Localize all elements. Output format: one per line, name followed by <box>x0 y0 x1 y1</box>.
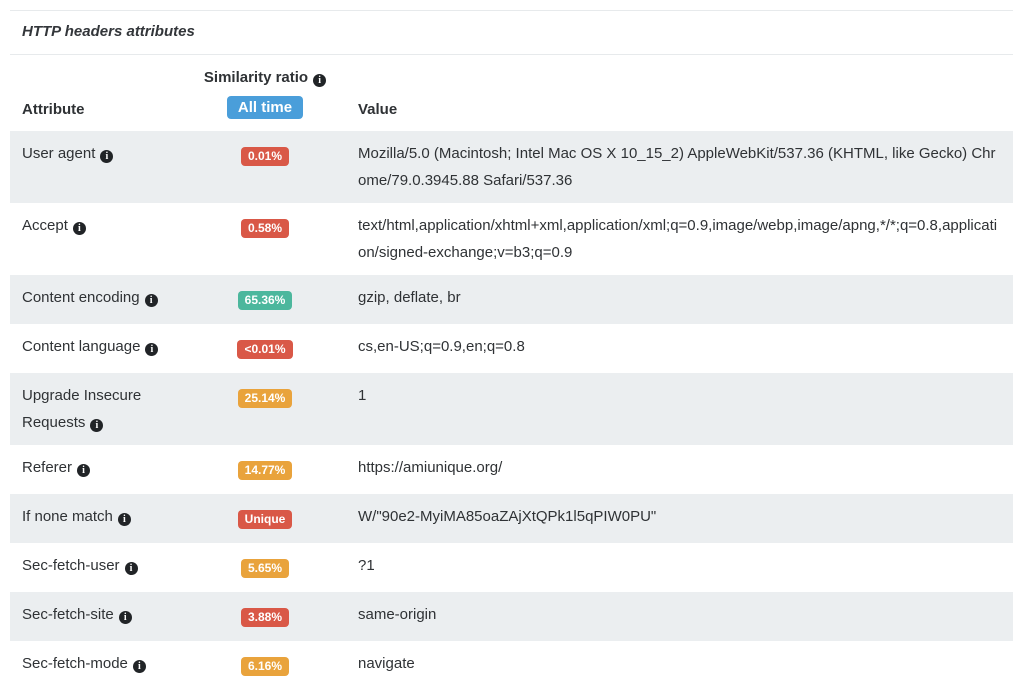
info-icon[interactable]: i <box>133 660 146 673</box>
table-row: Sec-fetch-site i 3.88% same-origin <box>10 592 1013 641</box>
header-col-value: Value <box>330 101 1013 119</box>
value-text: navigate <box>358 655 415 672</box>
similarity-badge: 0.58% <box>241 219 289 238</box>
attribute-cell: Sec-fetch-user i <box>10 543 200 588</box>
attribute-cell: Upgrade Insecure Requestsi <box>10 373 200 445</box>
value-text: W/"90e2-MyiMA85oaZAjXtQPk1l5qPIW0PU" <box>358 508 656 525</box>
value-cell: text/html,application/xhtml+xml,applicat… <box>330 203 1013 275</box>
attribute-label: Content language <box>22 338 140 355</box>
similarity-badge: Unique <box>238 510 293 529</box>
table-row: Upgrade Insecure Requestsi 25.14% 1 <box>10 373 1013 445</box>
info-icon[interactable]: i <box>90 419 103 432</box>
attribute-label: Content encoding <box>22 289 140 306</box>
similarity-badge: 65.36% <box>238 291 293 310</box>
attribute-cell: Sec-fetch-mode i <box>10 641 200 686</box>
table-row: Accepti 0.58% text/html,application/xhtm… <box>10 203 1013 275</box>
value-text: Mozilla/5.0 (Macintosh; Intel Mac OS X 1… <box>358 145 996 189</box>
value-cell: gzip, deflate, br <box>330 275 1013 320</box>
value-text: ?1 <box>358 557 375 574</box>
attribute-cell: Referer i <box>10 445 200 490</box>
value-cell: ?1 <box>330 543 1013 588</box>
table-row: Content language i <0.01% cs,en-US;q=0.9,… <box>10 324 1013 373</box>
value-column-header: Value <box>330 101 397 118</box>
attribute-cell: User agent i <box>10 131 200 176</box>
table-row: If none match i Unique W/"90e2-MyiMA85oaZ… <box>10 494 1013 543</box>
attribute-label: Sec-fetch-site <box>22 606 114 623</box>
attribute-label: User agent <box>22 145 95 162</box>
table-row: Referer i 14.77% https://amiunique.org/ <box>10 445 1013 494</box>
attribute-cell: Content encoding i <box>10 275 200 320</box>
similarity-ratio-label: Similarity ratio <box>204 69 308 86</box>
similarity-cell: 6.16% <box>200 641 330 690</box>
attribute-label: Sec-fetch-user <box>22 557 120 574</box>
table-row: Content encoding i 65.36% gzip, deflate, … <box>10 275 1013 324</box>
value-cell: W/"90e2-MyiMA85oaZAjXtQPk1l5qPIW0PU" <box>330 494 1013 539</box>
similarity-badge: 5.65% <box>241 559 289 578</box>
similarity-badge: 0.01% <box>241 147 289 166</box>
info-icon[interactable]: i <box>145 294 158 307</box>
http-headers-panel: HTTP headers attributes Attribute Simila… <box>10 10 1013 690</box>
table-row: Sec-fetch-user i 5.65% ?1 <box>10 543 1013 592</box>
value-text: https://amiunique.org/ <box>358 459 502 476</box>
attribute-label: Referer <box>22 459 72 476</box>
value-text: 1 <box>358 387 366 404</box>
value-cell: 1 <box>330 373 1013 418</box>
similarity-cell: 14.77% <box>200 445 330 494</box>
value-text: text/html,application/xhtml+xml,applicat… <box>358 217 997 261</box>
value-text: gzip, deflate, br <box>358 289 461 306</box>
attribute-label: Accept <box>22 217 68 234</box>
similarity-cell: <0.01% <box>200 324 330 373</box>
info-icon[interactable]: i <box>125 562 138 575</box>
attribute-column-header: Attribute <box>10 101 85 118</box>
attribute-cell: Sec-fetch-site i <box>10 592 200 637</box>
info-icon[interactable]: i <box>145 343 158 356</box>
value-cell: cs,en-US;q=0.9,en;q=0.8 <box>330 324 1013 369</box>
attribute-cell: Accepti <box>10 203 200 248</box>
value-text: same-origin <box>358 606 436 623</box>
info-icon[interactable]: i <box>100 150 113 163</box>
all-time-button[interactable]: All time <box>227 96 303 119</box>
info-icon[interactable]: i <box>73 222 86 235</box>
info-icon[interactable]: i <box>313 74 326 87</box>
attribute-label: Upgrade Insecure Requests <box>22 387 141 431</box>
table-row: User agent i 0.01% Mozilla/5.0 (Macintosh… <box>10 131 1013 203</box>
similarity-badge: 14.77% <box>238 461 293 480</box>
similarity-cell: Unique <box>200 494 330 543</box>
table-row: Sec-fetch-mode i 6.16% navigate <box>10 641 1013 690</box>
similarity-badge: 3.88% <box>241 608 289 627</box>
attribute-cell: Content language i <box>10 324 200 369</box>
similarity-cell: 0.58% <box>200 203 330 252</box>
value-text: cs,en-US;q=0.9,en;q=0.8 <box>358 338 525 355</box>
value-cell: same-origin <box>330 592 1013 637</box>
attribute-label: If none match <box>22 508 113 525</box>
similarity-badge: 25.14% <box>238 389 293 408</box>
info-icon[interactable]: i <box>119 611 132 624</box>
value-cell: Mozilla/5.0 (Macintosh; Intel Mac OS X 1… <box>330 131 1013 203</box>
header-col-similarity: Similarity ratio i All time <box>200 69 330 119</box>
similarity-cell: 25.14% <box>200 373 330 422</box>
similarity-cell: 3.88% <box>200 592 330 641</box>
header-col-attribute: Attribute <box>10 101 200 119</box>
similarity-cell: 0.01% <box>200 131 330 180</box>
similarity-cell: 65.36% <box>200 275 330 324</box>
table-header: Attribute Similarity ratio i All time Val… <box>10 55 1013 131</box>
similarity-ratio-header: Similarity ratio i <box>204 69 326 87</box>
attribute-cell: If none match i <box>10 494 200 539</box>
similarity-badge: 6.16% <box>241 657 289 676</box>
panel-title: HTTP headers attributes <box>22 23 195 40</box>
info-icon[interactable]: i <box>77 464 90 477</box>
value-cell: https://amiunique.org/ <box>330 445 1013 490</box>
value-cell: navigate <box>330 641 1013 686</box>
similarity-badge: <0.01% <box>237 340 292 359</box>
panel-title-bar: HTTP headers attributes <box>10 11 1013 55</box>
attribute-label: Sec-fetch-mode <box>22 655 128 672</box>
table-body: User agent i 0.01% Mozilla/5.0 (Macintosh… <box>10 131 1013 690</box>
similarity-cell: 5.65% <box>200 543 330 592</box>
info-icon[interactable]: i <box>118 513 131 526</box>
